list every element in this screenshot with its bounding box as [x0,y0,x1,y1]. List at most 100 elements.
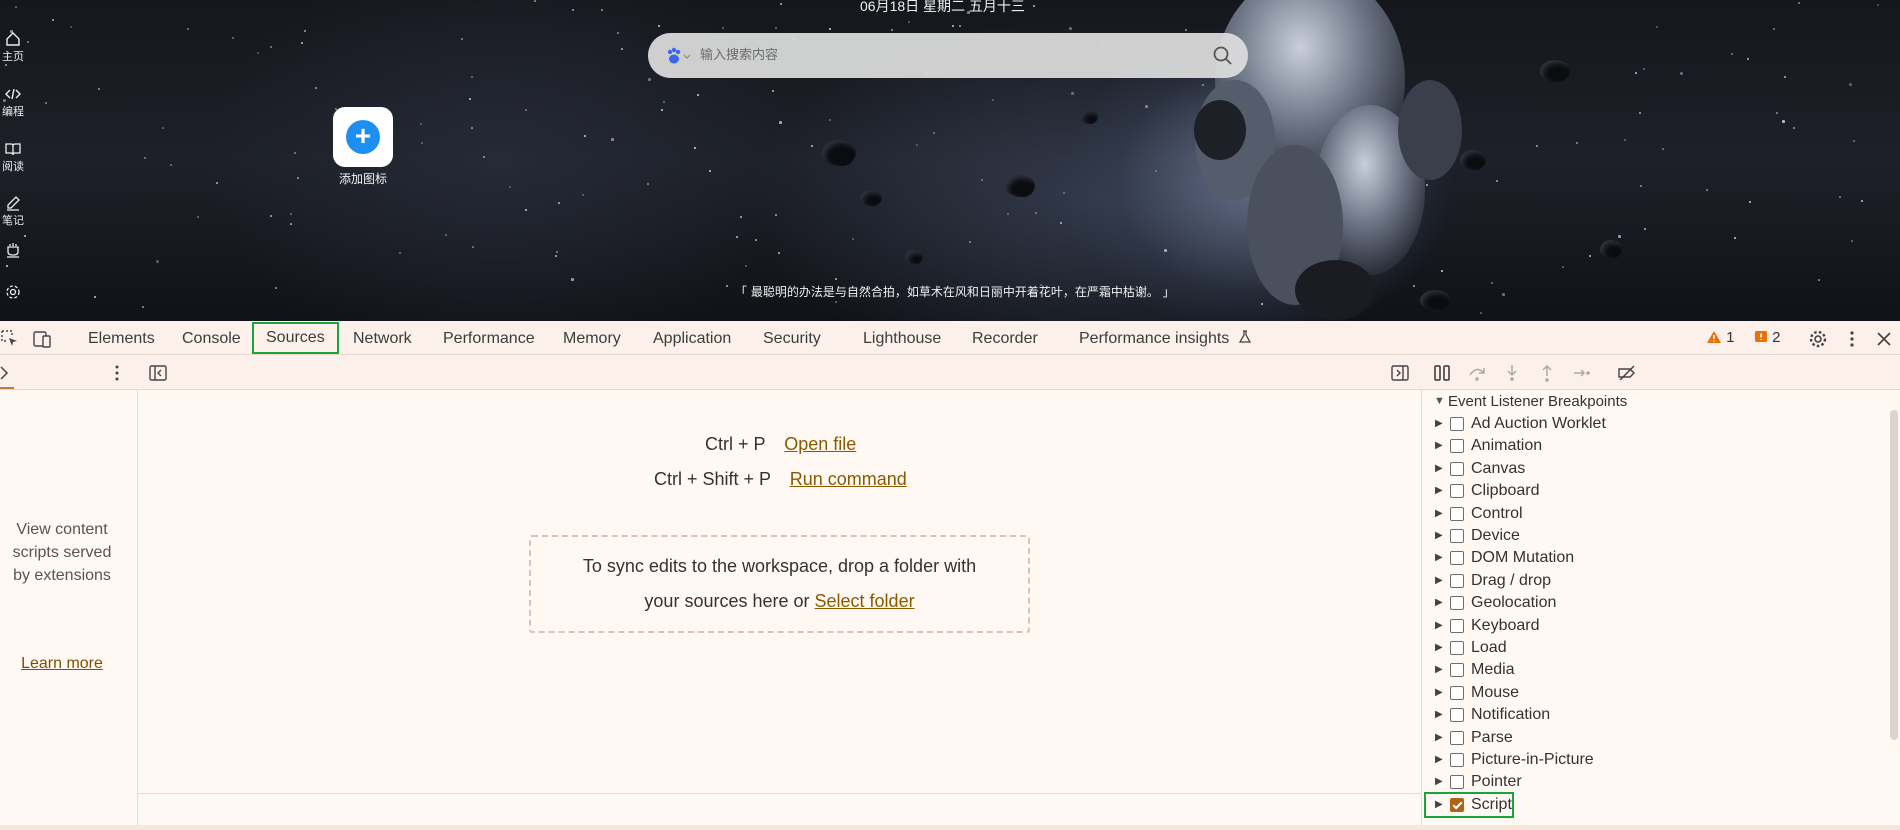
breakpoint-checkbox[interactable] [1450,551,1464,566]
warnings-counter[interactable]: 1 [1706,329,1735,346]
breakpoint-category-row[interactable]: ▶ Device [1422,525,1892,547]
settings-gear-icon[interactable] [1808,329,1828,349]
breakpoint-checkbox[interactable] [1450,618,1464,633]
learn-more-link[interactable]: Learn more [12,652,112,675]
expand-right-icon[interactable]: ▶ [1435,525,1443,547]
tab-security[interactable]: Security [763,327,821,351]
tab-elements[interactable]: Elements [88,327,155,351]
breakpoint-category-row[interactable]: ▶ Picture-in-Picture [1422,749,1892,771]
expand-right-icon[interactable]: ▶ [1435,794,1443,816]
breakpoint-checkbox[interactable] [1450,663,1464,678]
pause-icon[interactable] [1432,363,1452,383]
tab-sources[interactable]: Sources [252,322,339,354]
breakpoint-checkbox[interactable] [1450,730,1464,745]
breakpoint-checkbox[interactable] [1450,708,1464,723]
expand-right-icon[interactable]: ▶ [1435,435,1443,457]
breakpoint-category-row[interactable]: ▶ Script [1424,791,1514,818]
tab-console[interactable]: Console [182,327,241,351]
step-over-icon[interactable] [1467,363,1487,383]
rail-item-settings[interactable] [0,284,26,301]
expand-right-icon[interactable]: ▶ [1435,547,1443,569]
baidu-paw-icon[interactable] [664,47,692,65]
breakpoint-checkbox[interactable] [1450,461,1464,476]
breakpoint-category-row[interactable]: ▶ Keyboard [1422,615,1892,637]
expand-right-icon[interactable]: ▶ [1435,503,1443,525]
expand-right-icon[interactable]: ▶ [1435,659,1443,681]
breakpoint-checkbox[interactable] [1450,753,1464,767]
tab-performance[interactable]: Performance [443,327,535,351]
breakpoint-checkbox[interactable] [1450,573,1464,588]
toggle-debugger-icon[interactable] [1390,363,1410,383]
device-toolbar-icon[interactable] [32,329,52,349]
breakpoint-category-row[interactable]: ▶ Ad Auction Worklet [1422,413,1892,435]
open-file-link[interactable]: Open file [784,434,856,454]
expand-right-icon[interactable]: ▶ [1435,615,1443,637]
breakpoint-checkbox[interactable] [1450,641,1464,655]
step-out-icon[interactable] [1537,363,1557,383]
breakpoint-category-row[interactable]: ▶ Parse [1422,727,1892,749]
event-listener-breakpoints-header[interactable]: ▼ Event Listener Breakpoints [1422,390,1892,413]
tab-network[interactable]: Network [353,327,412,351]
search-box[interactable] [648,33,1248,78]
breakpoint-checkbox[interactable] [1450,439,1464,454]
search-input[interactable] [700,33,1180,78]
breakpoint-checkbox[interactable] [1450,484,1464,499]
rail-item-home[interactable]: 主页 [0,31,26,64]
deactivate-breakpoints-icon[interactable] [1617,363,1637,383]
expand-right-icon[interactable]: ▶ [1435,749,1443,771]
inspect-element-icon[interactable] [0,329,20,349]
breakpoint-category-row[interactable]: ▶ DOM Mutation [1422,547,1892,569]
breakpoint-checkbox[interactable] [1450,797,1464,812]
breakpoint-checkbox[interactable] [1450,417,1464,431]
breakpoint-checkbox[interactable] [1450,685,1464,700]
sidebar-scrollbar[interactable] [1890,410,1898,740]
breakpoint-category-row[interactable]: ▶ Control [1422,503,1892,525]
add-shortcut-button[interactable]: + [333,107,393,167]
expand-right-icon[interactable]: ▶ [1435,592,1443,614]
errors-counter[interactable]: 2 [1754,329,1781,346]
breakpoint-checkbox[interactable] [1450,506,1464,521]
select-folder-link[interactable]: Select folder [815,591,915,611]
breakpoint-checkbox[interactable] [1450,596,1464,611]
tab-memory[interactable]: Memory [563,327,621,351]
expand-right-icon[interactable]: ▶ [1435,771,1443,793]
tab-application[interactable]: Application [653,327,731,351]
expand-right-icon[interactable]: ▶ [1435,637,1443,659]
rail-item-read[interactable]: 阅读 [0,141,26,174]
breakpoint-category-row[interactable]: ▶ Notification [1422,704,1892,726]
toggle-navigator-icon[interactable] [148,363,168,383]
breakpoint-checkbox[interactable] [1450,529,1464,543]
tab-recorder[interactable]: Recorder [972,327,1038,351]
step-into-icon[interactable] [1502,363,1522,383]
rail-item-cup[interactable] [0,242,26,259]
breakpoint-category-row[interactable]: ▶ Media [1422,659,1892,681]
expand-right-icon[interactable]: ▶ [1435,413,1443,435]
rail-item-code[interactable]: 编程 [0,86,26,119]
tab-lighthouse[interactable]: Lighthouse [863,327,941,351]
run-command-link[interactable]: Run command [790,469,907,489]
expand-right-icon[interactable]: ▶ [1435,570,1443,592]
breakpoint-category-row[interactable]: ▶ Load [1422,637,1892,659]
breakpoint-category-row[interactable]: ▶ Animation [1422,435,1892,457]
more-options-icon[interactable] [1842,329,1862,349]
expand-right-icon[interactable]: ▶ [1435,704,1443,726]
breakpoint-category-row[interactable]: ▶ Mouse [1422,682,1892,704]
breakpoint-category-row[interactable]: ▶ Pointer [1422,771,1892,793]
search-icon[interactable] [1212,45,1234,67]
expand-right-icon[interactable]: ▶ [1435,480,1443,502]
breakpoint-category-row[interactable]: ▶ Clipboard [1422,480,1892,502]
rail-item-notes[interactable]: 笔记 [0,195,26,228]
breakpoint-category-row[interactable]: ▶ Canvas [1422,458,1892,480]
chevron-right-icon[interactable] [0,363,16,383]
workspace-drop-zone[interactable]: To sync edits to the workspace, drop a f… [529,535,1030,633]
expand-right-icon[interactable]: ▶ [1435,682,1443,704]
expand-right-icon[interactable]: ▶ [1435,458,1443,480]
breakpoint-category-row[interactable]: ▶ Geolocation [1422,592,1892,614]
more-tabs-icon[interactable] [107,363,127,383]
step-icon[interactable] [1572,363,1592,383]
breakpoint-checkbox[interactable] [1450,775,1464,790]
expand-right-icon[interactable]: ▶ [1435,727,1443,749]
breakpoint-category-row[interactable]: ▶ Drag / drop [1422,570,1892,592]
close-icon[interactable] [1874,329,1894,349]
tab-performance-insights[interactable]: Performance insights [1079,327,1252,351]
